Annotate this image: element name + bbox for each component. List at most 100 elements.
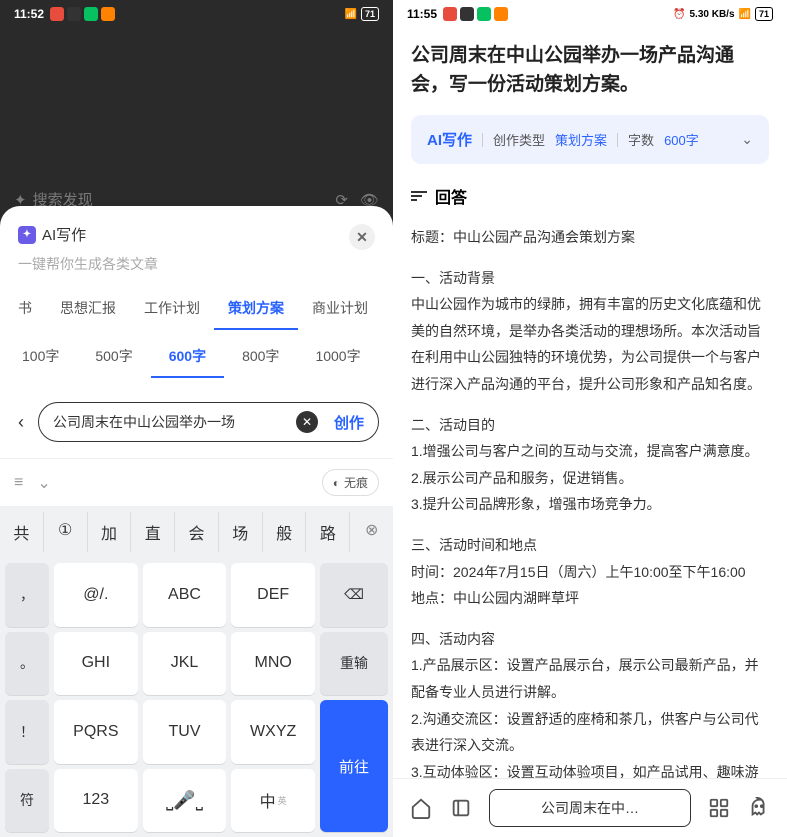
kb-menu-icon[interactable]: ≡ bbox=[14, 474, 23, 492]
key-wxyz[interactable]: WXYZ bbox=[231, 700, 315, 764]
prompt-input[interactable]: 公司周末在中山公园举办一场 ✕ 创作 bbox=[38, 402, 379, 442]
key-symbol[interactable]: 符 bbox=[5, 769, 49, 833]
sheet-subtitle: 一键帮你生成各类文章 bbox=[0, 254, 393, 288]
tab-100[interactable]: 100字 bbox=[4, 336, 77, 378]
type-value: 策划方案 bbox=[555, 130, 607, 149]
tab-thought[interactable]: 思想汇报 bbox=[46, 288, 130, 330]
key-123[interactable]: 123 bbox=[54, 769, 138, 833]
suggest-1[interactable]: 共 bbox=[0, 512, 44, 552]
tab-600[interactable]: 600字 bbox=[151, 336, 224, 378]
left-screen: 11:52 📶 71 ✦ 搜索发现 ⟳ 👁 bbox=[0, 0, 393, 837]
divider bbox=[617, 133, 618, 147]
keyboard: ≡ ⌄ ◐ 无痕 共 ① 加 直 会 场 般 路 ⊗ bbox=[0, 458, 393, 837]
tab-book[interactable]: 书 bbox=[4, 288, 46, 330]
answer-label: 回答 bbox=[435, 184, 467, 208]
keyboard-grid: ， @/. ABC DEF ⌫ 。 GHI JKL MNO 重输 ！ PQRS … bbox=[0, 558, 393, 837]
stealth-button[interactable]: ◐ 无痕 bbox=[322, 469, 379, 496]
battery-level: 71 bbox=[361, 7, 379, 21]
tabs-icon[interactable] bbox=[449, 796, 473, 820]
tab-proposal[interactable]: 策划方案 bbox=[214, 288, 298, 330]
app-icon bbox=[84, 7, 98, 21]
key-comma[interactable]: ， bbox=[5, 563, 49, 627]
ghost-icon[interactable] bbox=[747, 796, 771, 820]
type-tabs: 书 思想汇报 工作计划 策划方案 商业计划 bbox=[0, 288, 393, 330]
suggest-4[interactable]: 直 bbox=[131, 512, 175, 552]
answer-header: 回答 bbox=[411, 184, 769, 208]
suggest-2[interactable]: ① bbox=[44, 512, 88, 552]
input-value: 公司周末在中山公园举办一场 bbox=[53, 412, 288, 432]
key-period[interactable]: 。 bbox=[5, 632, 49, 696]
bottom-nav: 公司周末在中… bbox=[393, 778, 787, 837]
suggest-5[interactable]: 会 bbox=[175, 512, 219, 552]
suggest-delete[interactable]: ⊗ bbox=[350, 512, 393, 552]
article-body: 标题：中山公园产品沟通会策划方案 一、活动背景中山公园作为城市的绿肺，拥有丰富的… bbox=[411, 224, 769, 778]
ai-banner[interactable]: AI写作 创作类型策划方案 字数600字 ⌄ bbox=[411, 115, 769, 164]
key-go[interactable]: 前往 bbox=[320, 700, 388, 832]
key-reinput[interactable]: 重输 bbox=[320, 632, 388, 696]
suggest-8[interactable]: 路 bbox=[306, 512, 350, 552]
address-bar[interactable]: 公司周末在中… bbox=[489, 789, 691, 827]
kb-collapse-icon[interactable]: ⌄ bbox=[37, 473, 50, 493]
key-exclaim[interactable]: ！ bbox=[5, 700, 49, 764]
key-lang[interactable]: 中英 bbox=[231, 769, 315, 833]
app-icon bbox=[477, 7, 491, 21]
key-at[interactable]: @/. bbox=[54, 563, 138, 627]
key-jkl[interactable]: JKL bbox=[143, 632, 227, 696]
status-bar-right: 11:55 ⏰ 5.30 KB/s 📶 71 bbox=[393, 0, 787, 28]
tab-business[interactable]: 商业计划 bbox=[298, 288, 382, 330]
divider bbox=[482, 133, 483, 147]
home-icon[interactable] bbox=[409, 796, 433, 820]
suggest-3[interactable]: 加 bbox=[88, 512, 132, 552]
suggest-7[interactable]: 般 bbox=[263, 512, 307, 552]
ai-icon: ✦ bbox=[18, 226, 36, 244]
time: 11:55 bbox=[407, 7, 437, 21]
tab-1000[interactable]: 1000字 bbox=[297, 336, 378, 378]
app-icon bbox=[101, 7, 115, 21]
time: 11:52 bbox=[14, 7, 44, 21]
back-arrow-icon[interactable]: ‹ bbox=[14, 412, 28, 433]
dark-background: ✦ 搜索发现 ⟳ 👁 bbox=[0, 28, 393, 218]
status-bar-left: 11:52 📶 71 bbox=[0, 0, 393, 28]
prompt-title: 公司周末在中山公园举办一场产品沟通会，写一份活动策划方案。 bbox=[411, 42, 769, 99]
tab-500[interactable]: 500字 bbox=[77, 336, 150, 378]
content-area: 公司周末在中山公园举办一场产品沟通会，写一份活动策划方案。 AI写作 创作类型策… bbox=[393, 28, 787, 778]
app-icon bbox=[50, 7, 64, 21]
key-mic[interactable]: ⎵🎤⎵ bbox=[143, 769, 227, 833]
key-pqrs[interactable]: PQRS bbox=[54, 700, 138, 764]
right-screen: 11:55 ⏰ 5.30 KB/s 📶 71 公司周末在中山公园举办一场产品沟通… bbox=[393, 0, 787, 837]
key-abc[interactable]: ABC bbox=[143, 563, 227, 627]
filter-icon bbox=[411, 191, 427, 201]
app-icon bbox=[494, 7, 508, 21]
key-mno[interactable]: MNO bbox=[231, 632, 315, 696]
net-speed: 5.30 KB/s bbox=[690, 9, 735, 20]
alarm-icon: ⏰ bbox=[673, 9, 685, 20]
chevron-down-icon[interactable]: ⌄ bbox=[741, 131, 753, 148]
sheet-title: AI写作 bbox=[42, 224, 86, 245]
keyboard-toolbar: ≡ ⌄ ◐ 无痕 bbox=[0, 458, 393, 506]
suggestion-row: 共 ① 加 直 会 场 般 路 ⊗ bbox=[0, 506, 393, 558]
suggest-6[interactable]: 场 bbox=[219, 512, 263, 552]
word-value: 600字 bbox=[664, 130, 699, 149]
app-icon bbox=[460, 7, 474, 21]
ai-writing-sheet: ✦ AI写作 ✕ 一键帮你生成各类文章 书 思想汇报 工作计划 策划方案 商业计… bbox=[0, 206, 393, 837]
tab-workplan[interactable]: 工作计划 bbox=[130, 288, 214, 330]
key-backspace[interactable]: ⌫ bbox=[320, 563, 388, 627]
word-count-tabs: 100字 500字 600字 800字 1000字 bbox=[0, 336, 393, 378]
input-row: ‹ 公司周末在中山公园举办一场 ✕ 创作 bbox=[0, 378, 393, 458]
grid-icon[interactable] bbox=[707, 796, 731, 820]
signal-icon: 📶 bbox=[345, 9, 357, 20]
word-label: 字数 bbox=[628, 130, 654, 149]
key-ghi[interactable]: GHI bbox=[54, 632, 138, 696]
app-icon bbox=[67, 7, 81, 21]
signal-icon: 📶 bbox=[739, 9, 751, 20]
tab-800[interactable]: 800字 bbox=[224, 336, 297, 378]
stealth-icon: ◐ bbox=[333, 476, 340, 490]
key-tuv[interactable]: TUV bbox=[143, 700, 227, 764]
create-button[interactable]: 创作 bbox=[326, 412, 372, 433]
clear-button[interactable]: ✕ bbox=[296, 411, 318, 433]
close-button[interactable]: ✕ bbox=[349, 224, 375, 250]
key-def[interactable]: DEF bbox=[231, 563, 315, 627]
app-icons bbox=[50, 7, 115, 21]
battery-level: 71 bbox=[755, 7, 773, 21]
ai-brand: AI写作 bbox=[427, 129, 472, 150]
